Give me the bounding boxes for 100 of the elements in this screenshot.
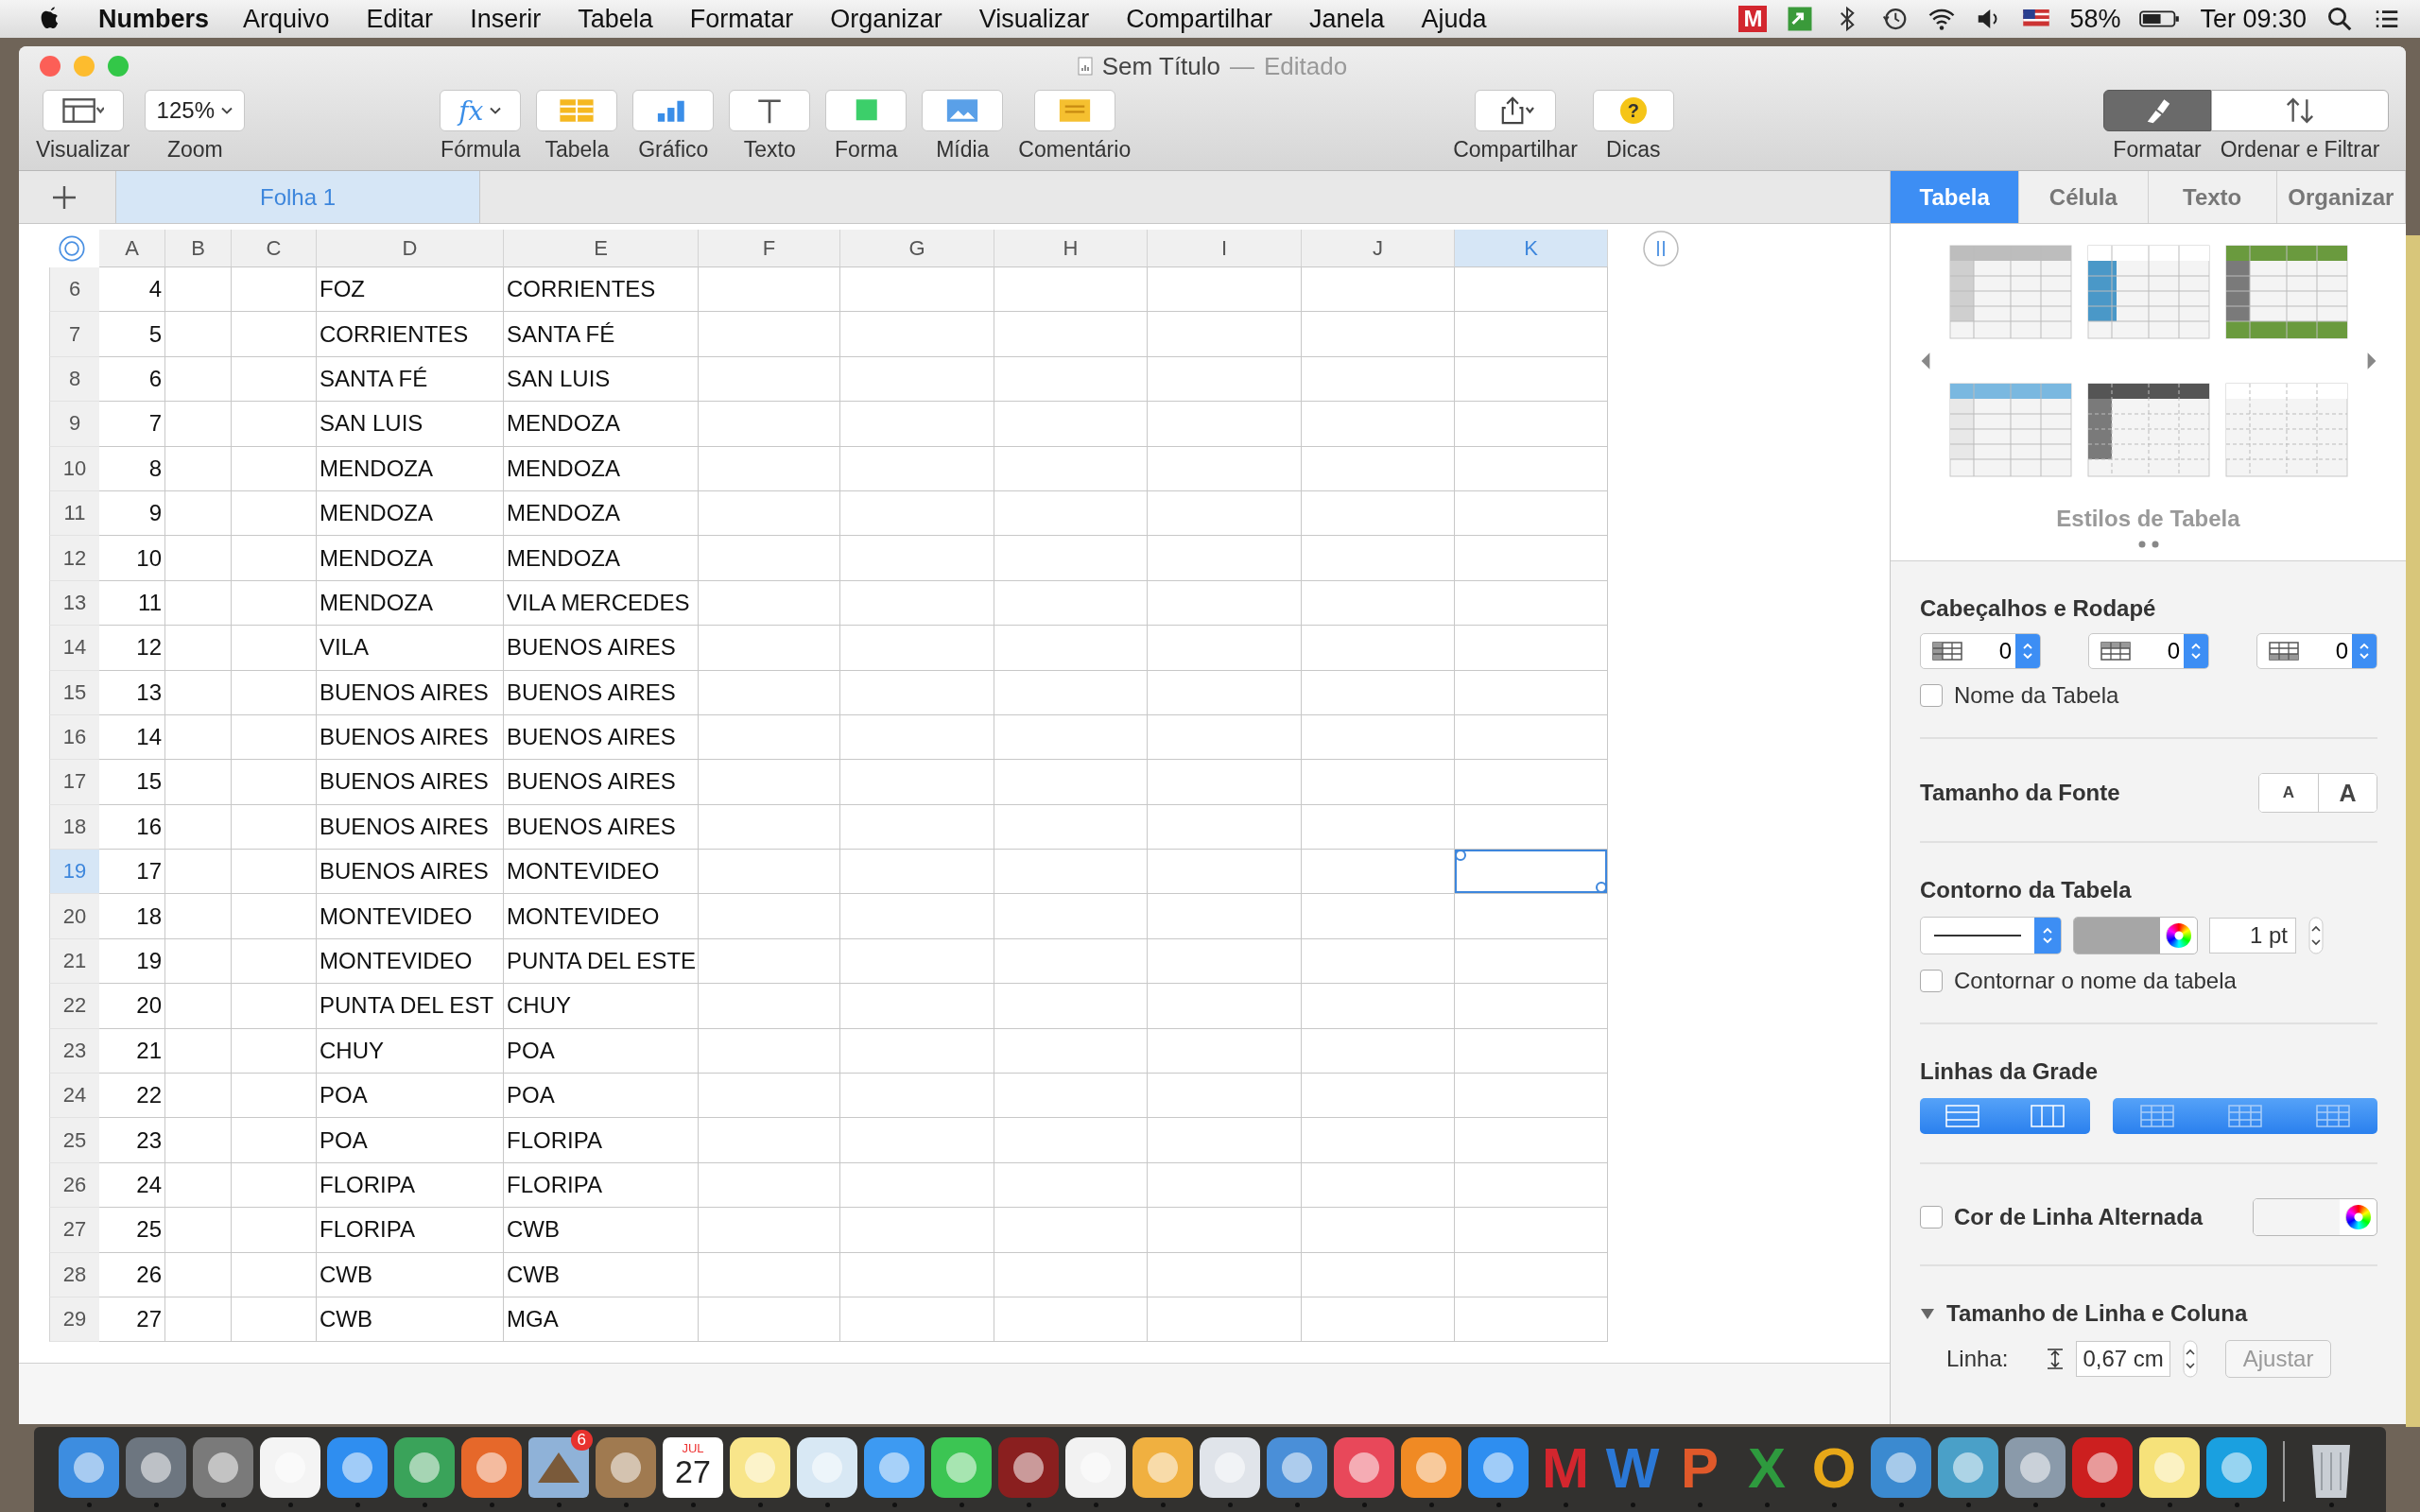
row-number[interactable]: 13 — [49, 580, 99, 627]
table-style-thumbnail[interactable] — [2224, 245, 2348, 339]
app-icon[interactable] — [594, 1435, 658, 1500]
media-button[interactable] — [922, 90, 1004, 131]
app-icon[interactable] — [1466, 1435, 1530, 1500]
menu-item[interactable]: Organizar — [830, 4, 942, 34]
row-number[interactable]: 25 — [49, 1118, 99, 1163]
row-number[interactable]: 24 — [49, 1074, 99, 1119]
app-icon[interactable] — [1869, 1435, 1933, 1500]
app-icon[interactable] — [1399, 1435, 1463, 1500]
column-header[interactable]: E — [504, 230, 699, 267]
pause-handle-icon[interactable] — [1642, 230, 1680, 267]
app-icon[interactable] — [1936, 1435, 2000, 1500]
formula-button[interactable]: fx — [440, 90, 522, 131]
column-header[interactable]: D — [317, 230, 504, 267]
row-number[interactable]: 11 — [49, 490, 99, 537]
row-number[interactable]: 22 — [49, 984, 99, 1029]
menu-item[interactable]: Janela — [1308, 4, 1385, 34]
calendar-app-icon[interactable]: JUL 27 — [663, 1437, 723, 1498]
letter-app-icon[interactable]: X — [1735, 1435, 1799, 1500]
table-style-thumbnail[interactable] — [1948, 245, 2072, 339]
column-header[interactable]: B — [165, 230, 232, 267]
row-number[interactable]: 26 — [49, 1162, 99, 1209]
column-header[interactable]: I — [1148, 230, 1302, 267]
app-icon[interactable] — [1265, 1435, 1329, 1500]
header-count-stepper[interactable]: 0 — [1920, 633, 2041, 669]
battery-icon[interactable] — [2139, 8, 2182, 30]
view-button[interactable] — [42, 90, 124, 131]
column-header[interactable]: A — [99, 230, 165, 267]
app-icon[interactable] — [392, 1435, 457, 1500]
row-number[interactable]: 27 — [49, 1208, 99, 1253]
row-number[interactable]: 28 — [49, 1252, 99, 1297]
row-number[interactable]: 10 — [49, 446, 99, 491]
app-icon[interactable] — [996, 1435, 1061, 1500]
app-icon[interactable] — [1332, 1435, 1396, 1500]
inspector-tab[interactable]: Tabela — [1891, 171, 2020, 223]
app-icon[interactable] — [124, 1435, 188, 1500]
menu-item[interactable]: Tabela — [578, 4, 653, 34]
app-icon[interactable] — [258, 1435, 322, 1500]
app-icon[interactable] — [2003, 1435, 2067, 1500]
color-well[interactable] — [2073, 917, 2198, 954]
checkbox[interactable] — [1920, 684, 1943, 707]
stamp-app-icon[interactable] — [527, 1435, 591, 1500]
row-number[interactable]: 23 — [49, 1028, 99, 1074]
app-icon[interactable] — [325, 1435, 389, 1500]
table-style-thumbnail[interactable] — [2224, 383, 2348, 477]
row-number[interactable]: 9 — [49, 402, 99, 447]
menu-item[interactable]: Arquivo — [243, 4, 330, 34]
row-number[interactable]: 18 — [49, 804, 99, 850]
column-header[interactable]: F — [699, 230, 840, 267]
app-icon[interactable] — [459, 1435, 524, 1500]
selected-cell[interactable] — [1455, 850, 1608, 895]
row-number[interactable]: 14 — [49, 626, 99, 671]
width-field[interactable]: 1 pt — [2209, 918, 2296, 954]
table-style-thumbnail[interactable] — [2086, 245, 2210, 339]
app-icon[interactable] — [1198, 1435, 1262, 1500]
header-count-stepper[interactable]: 0 — [2256, 633, 2377, 669]
inspector-toggle[interactable] — [2103, 90, 2211, 131]
text-button[interactable] — [729, 90, 811, 131]
table-handle-icon[interactable] — [58, 234, 86, 263]
app-icon[interactable] — [2137, 1435, 2202, 1500]
menu-item[interactable]: Ajuda — [1421, 4, 1487, 34]
letter-app-icon[interactable]: O — [1802, 1435, 1866, 1500]
row-number[interactable]: 8 — [49, 356, 99, 403]
app-icon[interactable] — [2204, 1435, 2269, 1500]
app-icon[interactable] — [929, 1435, 994, 1500]
app-icon[interactable] — [57, 1435, 121, 1500]
comment-button[interactable] — [1033, 90, 1115, 131]
stepper-arrows-icon[interactable] — [2308, 917, 2325, 954]
menu-item[interactable]: Editar — [366, 4, 434, 34]
row-height-field[interactable]: 0,67 cm — [2076, 1341, 2170, 1377]
font-size-button[interactable]: A — [2318, 774, 2377, 812]
menu-item[interactable]: Formatar — [689, 4, 794, 34]
app-icon[interactable] — [728, 1435, 792, 1500]
search-icon[interactable] — [2325, 5, 2354, 33]
column-header[interactable]: H — [994, 230, 1148, 267]
menu-item[interactable]: Visualizar — [978, 4, 1090, 34]
color-well[interactable] — [2253, 1198, 2377, 1236]
row-number[interactable]: 29 — [49, 1297, 99, 1343]
row-number[interactable]: 12 — [49, 536, 99, 581]
inspector-toggle[interactable] — [2211, 90, 2389, 131]
app-icon[interactable] — [2070, 1435, 2135, 1500]
app-icon[interactable] — [1063, 1435, 1128, 1500]
column-header[interactable]: C — [232, 230, 317, 267]
table-style-thumbnail[interactable] — [2086, 383, 2210, 477]
row-number[interactable]: 17 — [49, 760, 99, 805]
tips-button[interactable]: ? — [1592, 90, 1674, 131]
zoom-button[interactable]: 125% — [145, 90, 246, 131]
app-icon[interactable] — [862, 1435, 926, 1500]
menu-item[interactable]: Compartilhar — [1126, 4, 1272, 34]
app-icon[interactable] — [795, 1435, 859, 1500]
header-count-stepper[interactable]: 0 — [2088, 633, 2209, 669]
app-icon[interactable] — [1131, 1435, 1195, 1500]
share-button[interactable] — [1475, 90, 1556, 131]
row-number[interactable]: 21 — [49, 938, 99, 985]
app-icon[interactable] — [191, 1435, 255, 1500]
menu-item[interactable]: Inserir — [470, 4, 542, 34]
checkbox[interactable] — [1920, 1206, 1943, 1228]
row-number[interactable]: 6 — [49, 267, 99, 313]
row-number[interactable]: 15 — [49, 670, 99, 715]
